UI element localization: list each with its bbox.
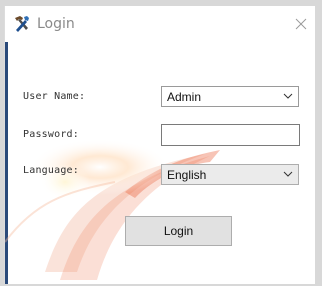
password-label: Password:	[23, 129, 79, 140]
tools-icon	[13, 15, 31, 33]
window-title: Login	[37, 16, 75, 32]
username-value: Admin	[167, 90, 202, 104]
chevron-down-icon	[283, 171, 293, 177]
language-value: English	[167, 168, 207, 182]
login-window: Login User Name: Admin Password: Languag…	[4, 6, 315, 284]
close-button[interactable]	[291, 14, 311, 34]
username-select[interactable]: Admin	[161, 86, 299, 107]
close-icon	[295, 18, 307, 30]
language-label: Language:	[23, 165, 79, 176]
language-select[interactable]: English	[161, 164, 299, 185]
username-label: User Name:	[23, 91, 86, 102]
chevron-down-icon	[283, 93, 293, 99]
login-form: User Name: Admin Password: Language: Eng…	[5, 42, 315, 284]
title-bar[interactable]: Login	[5, 6, 315, 42]
background-swirl	[5, 139, 220, 280]
login-button[interactable]: Login	[125, 216, 232, 246]
password-field[interactable]	[161, 124, 300, 146]
